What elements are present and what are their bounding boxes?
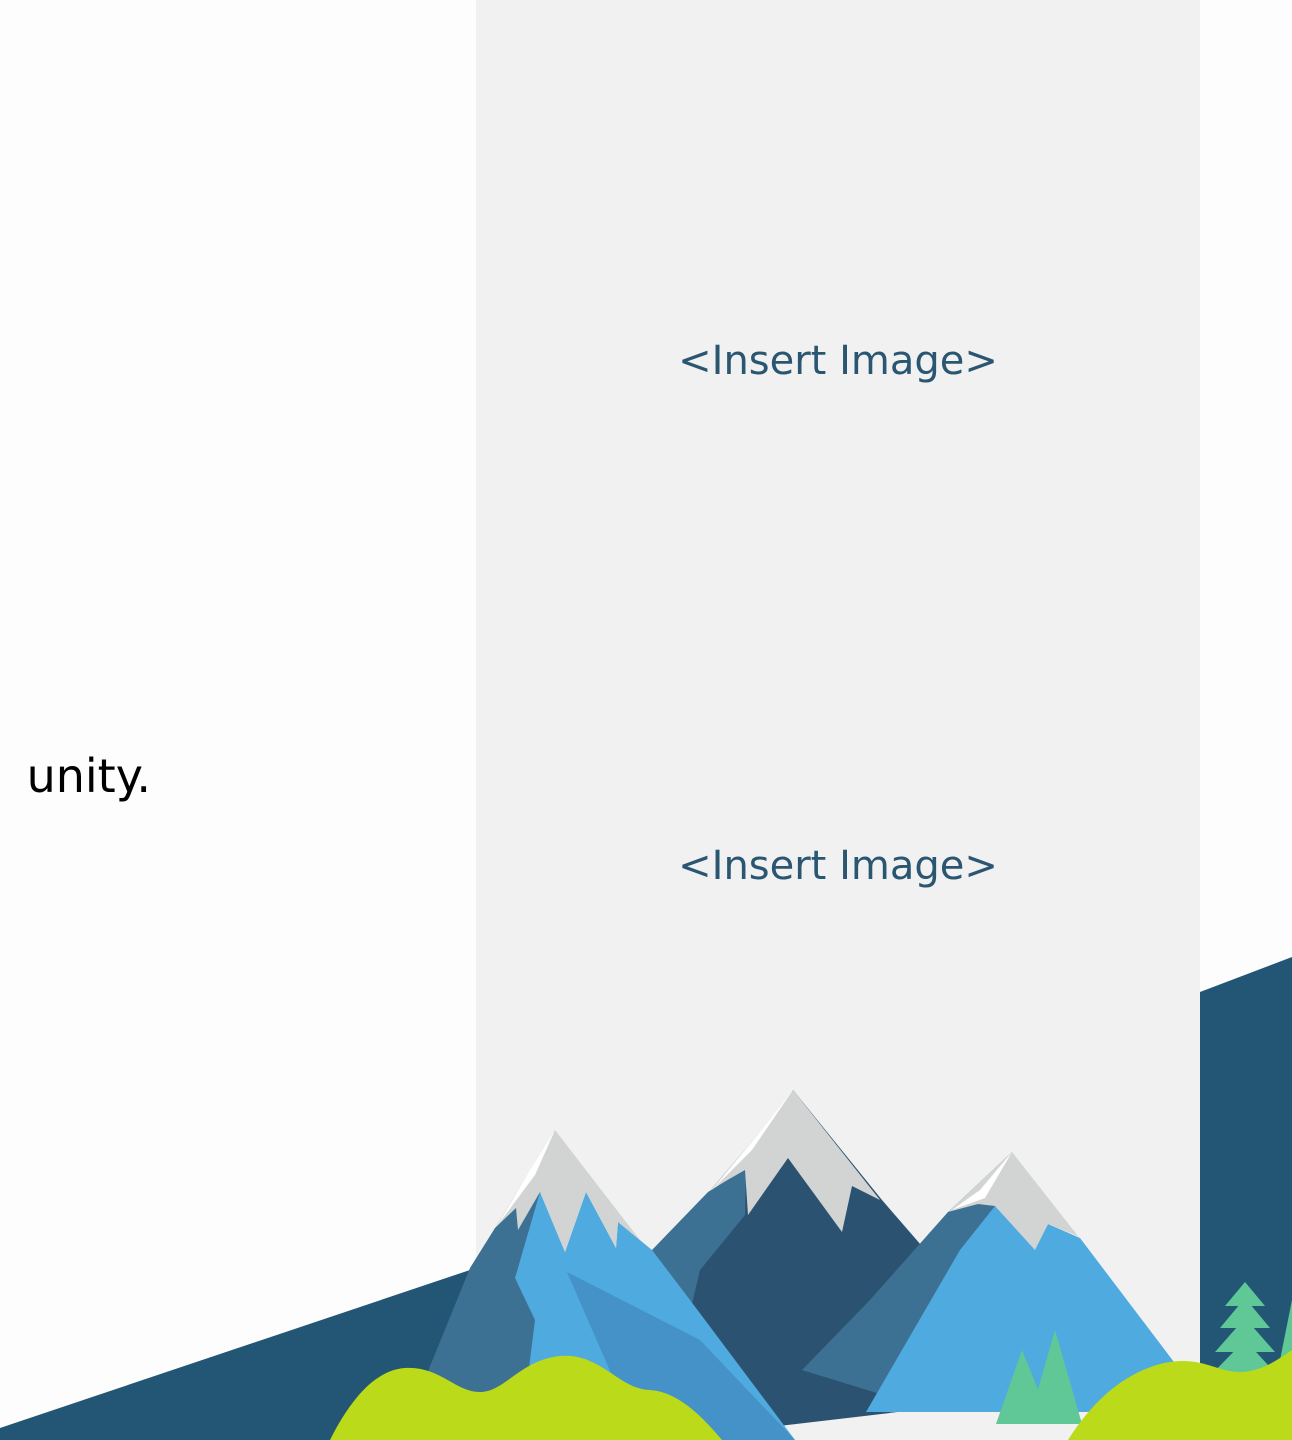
slide: unity. <Insert Image> <Insert Image> bbox=[0, 0, 1292, 1440]
mountain-landscape-illustration bbox=[0, 957, 1292, 1440]
